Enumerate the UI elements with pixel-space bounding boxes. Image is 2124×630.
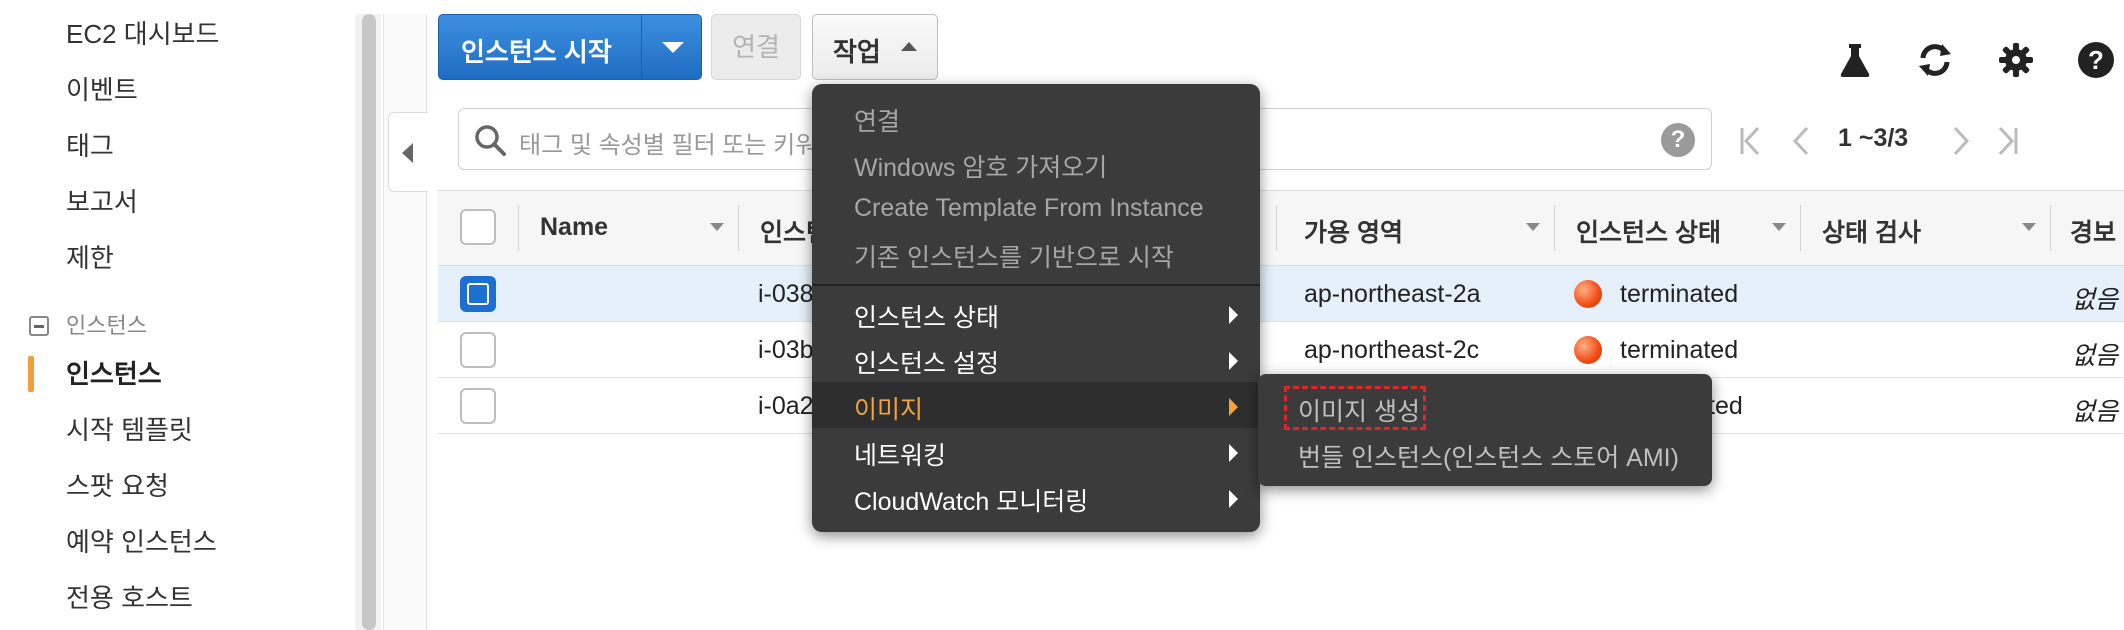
first-page-icon[interactable] [1738, 124, 1764, 158]
alarm-cell: 없음 [2072, 342, 2119, 370]
previous-page-icon[interactable] [1790, 124, 1812, 158]
row-checkbox[interactable] [460, 388, 496, 424]
table-row[interactable]: i-038 ap-northeast-2a terminated 없음 [438, 266, 2124, 322]
availability-zone-cell: ap-northeast-2c [1304, 336, 1480, 364]
table-row[interactable]: i-03b ap-northeast-2c terminated 없음 [438, 322, 2124, 378]
submenu-item-create-image[interactable]: 이미지 생성 [1298, 392, 1420, 428]
sidebar-group-instances: 인스턴스 [66, 313, 147, 338]
active-indicator [28, 356, 34, 392]
image-submenu: 이미지 생성 번들 인스턴스(인스턴스 스토어 AMI) [1258, 374, 1712, 486]
connect-button[interactable]: 연결 [711, 14, 801, 80]
sidebar-item-limits[interactable]: 제한 [66, 238, 114, 275]
column-header-instance-state[interactable]: 인스턴스 상태 [1576, 213, 1721, 249]
refresh-icon[interactable] [1915, 40, 1955, 80]
column-separator [518, 205, 519, 251]
table-header: Name 인스턴 가용 영역 인스턴스 상태 상태 검사 경보 [438, 190, 2124, 266]
alarm-cell: 없음 [2072, 286, 2119, 314]
sidebar-divider [383, 14, 427, 630]
sidebar-item-ec2-dashboard[interactable]: EC2 대시보드 [66, 14, 219, 51]
sidebar-item-instances[interactable]: 인스턴스 [66, 354, 162, 391]
column-header-status-checks[interactable]: 상태 검사 [1822, 213, 1921, 249]
sort-caret-icon[interactable] [1772, 223, 1786, 231]
sort-caret-icon[interactable] [1526, 223, 1540, 231]
sidebar-scrollbar-thumb[interactable] [362, 14, 376, 630]
instance-id-cell: i-038 [758, 280, 814, 308]
menu-item-create-template[interactable]: Create Template From Instance [854, 194, 1204, 223]
menu-item-launch-more-like-this[interactable]: 기존 인스턴스를 기반으로 시작 [854, 238, 1174, 274]
help-icon[interactable]: ? [2076, 40, 2116, 80]
menu-item-instance-state[interactable]: 인스턴스 상태 [854, 298, 999, 334]
chevron-up-icon [901, 42, 917, 51]
launch-instance-button[interactable]: 인스턴스 시작 [438, 14, 702, 80]
submenu-arrow-icon [1229, 444, 1238, 462]
status-terminated-icon [1574, 336, 1602, 364]
actions-button[interactable]: 작업 [812, 14, 938, 80]
menu-item-cloudwatch-monitoring[interactable]: CloudWatch 모니터링 [854, 482, 1088, 518]
collapse-group-icon[interactable] [29, 316, 49, 336]
menu-item-get-windows-password[interactable]: Windows 암호 가져오기 [854, 148, 1107, 184]
column-separator [738, 205, 739, 251]
submenu-arrow-icon [1229, 352, 1238, 370]
sidebar-item-tags[interactable]: 태그 [66, 126, 114, 163]
sidebar-item-dedicated-hosts[interactable]: 전용 호스트 [66, 578, 193, 615]
row-checkbox[interactable] [460, 332, 496, 368]
instance-state-cell: terminated [1620, 336, 1739, 364]
launch-dropdown-caret-icon[interactable] [641, 15, 704, 79]
sidebar: EC2 대시보드 이벤트 태그 보고서 제한 인스턴스 인스턴스 시작 템플릿 … [0, 0, 355, 630]
menu-separator [812, 284, 1260, 286]
status-terminated-icon [1574, 280, 1602, 308]
submenu-item-bundle-instance[interactable]: 번들 인스턴스(인스턴스 스토어 AMI) [1298, 438, 1679, 474]
actions-label: 작업 [833, 37, 881, 67]
sort-caret-icon[interactable] [710, 223, 724, 231]
sidebar-item-spot-requests[interactable]: 스팟 요청 [66, 466, 169, 503]
submenu-arrow-icon [1229, 306, 1238, 324]
column-header-name[interactable]: Name [540, 213, 608, 242]
instance-state-cell: ted [1708, 392, 1743, 420]
svg-text:?: ? [2088, 45, 2104, 75]
alarm-cell: 없음 [2072, 398, 2119, 426]
flask-icon[interactable] [1835, 40, 1875, 80]
next-page-icon[interactable] [1950, 124, 1972, 158]
column-separator [2050, 205, 2051, 251]
search-help-icon[interactable]: ? [1661, 123, 1695, 157]
menu-item-networking[interactable]: 네트워킹 [854, 436, 946, 472]
sidebar-item-reserved-instances[interactable]: 예약 인스턴스 [66, 522, 217, 559]
availability-zone-cell: ap-northeast-2a [1304, 280, 1481, 308]
search-icon [475, 125, 506, 156]
menu-item-instance-settings[interactable]: 인스턴스 설정 [854, 344, 999, 380]
sort-caret-icon[interactable] [2022, 223, 2036, 231]
gear-icon[interactable] [1996, 40, 2036, 80]
sidebar-item-launch-templates[interactable]: 시작 템플릿 [66, 410, 193, 447]
instance-id-cell: i-03b [758, 336, 814, 364]
collapse-sidebar-button[interactable] [388, 112, 428, 192]
menu-item-image[interactable]: 이미지 [854, 390, 923, 426]
pager-range: 1 ~3/3 [1838, 124, 1909, 152]
column-separator [1800, 205, 1801, 251]
actions-dropdown-menu: 연결 Windows 암호 가져오기 Create Template From … [812, 84, 1260, 532]
submenu-arrow-icon [1229, 398, 1238, 416]
select-all-checkbox[interactable] [460, 209, 496, 245]
column-separator [1276, 205, 1277, 251]
row-checkbox[interactable] [460, 276, 496, 312]
sidebar-item-reports[interactable]: 보고서 [66, 182, 138, 219]
last-page-icon[interactable] [1994, 124, 2020, 158]
instance-state-cell: terminated [1620, 280, 1739, 308]
search-placeholder: 태그 및 속성별 필터 또는 키워 [519, 132, 818, 159]
instance-id-cell: i-0a2 [758, 392, 814, 420]
submenu-arrow-icon [1229, 490, 1238, 508]
column-separator [1554, 205, 1555, 251]
column-header-alarms[interactable]: 경보 [2070, 213, 2116, 249]
column-header-availability-zone[interactable]: 가용 영역 [1304, 213, 1403, 249]
launch-instance-label: 인스턴스 시작 [461, 37, 612, 67]
menu-item-connect[interactable]: 연결 [854, 102, 900, 138]
sidebar-item-events[interactable]: 이벤트 [66, 70, 138, 107]
